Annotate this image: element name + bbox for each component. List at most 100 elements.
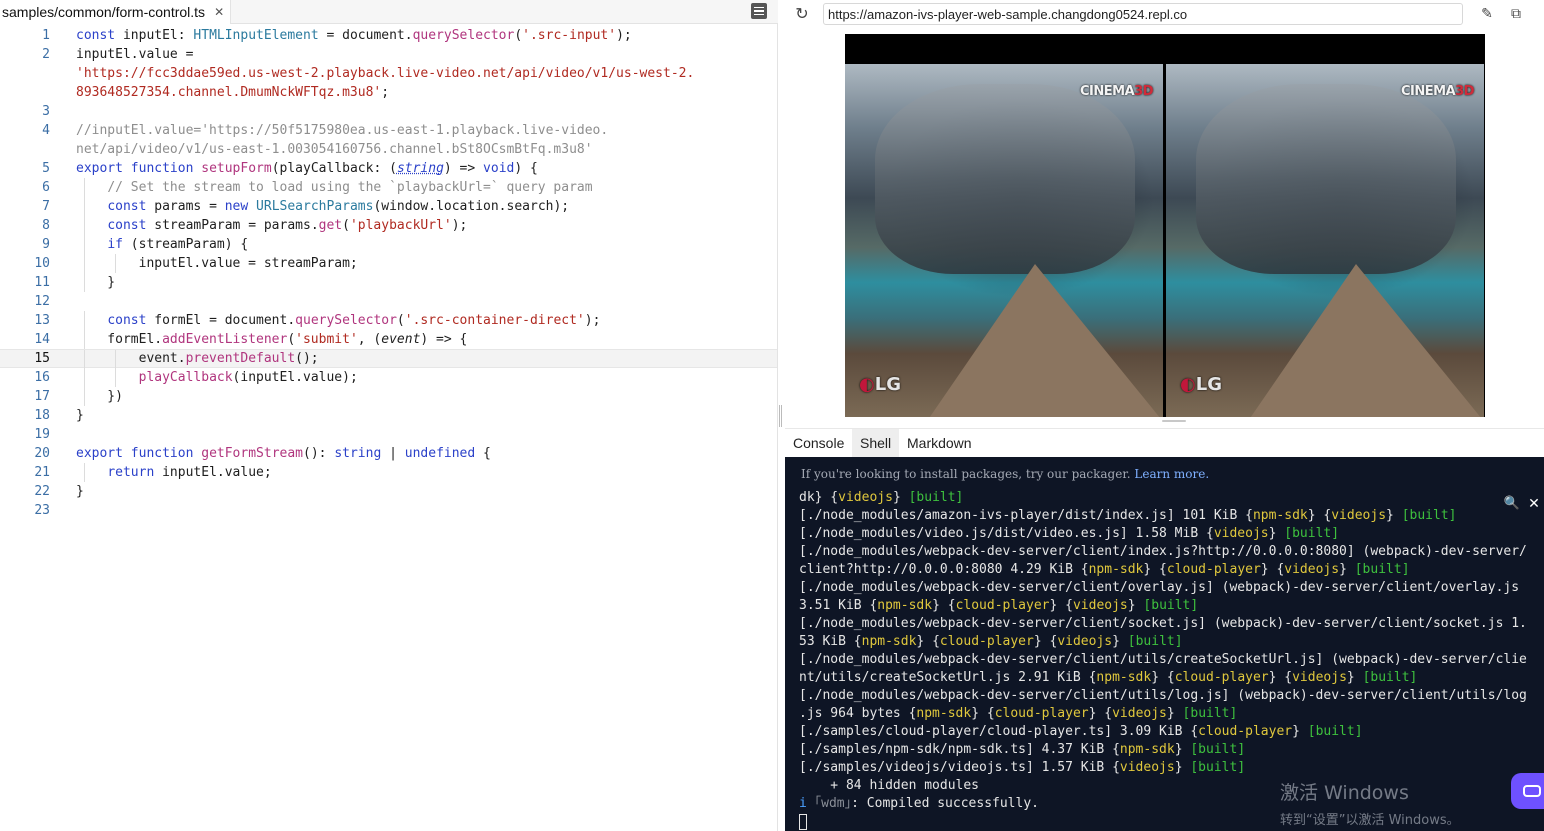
terminal-line: 53 KiB {npm-sdk} {cloud-player} {videojs… [799,634,1183,649]
code-text: 893648527354.channel.DmumNckWFTqz.m3u8'; [76,85,390,100]
line-number: 5 [42,161,50,176]
learn-more-link[interactable]: Learn more. [1134,467,1209,481]
cinema3d-logo: CINEMA3D [1080,84,1153,99]
lg-logo: ◐LG [1180,374,1222,395]
terminal-line: [./node_modules/webpack-dev-server/clien… [799,544,1527,559]
code-editor-pane: samples/common/form-control.ts ✕ 1 const … [0,0,778,831]
code-text: event.preventDefault(); [76,351,319,366]
pencil-icon[interactable]: ✎ [1478,5,1496,23]
code-text: export function setupForm(playCallback: … [76,161,538,176]
terminal-line: [./samples/cloud-player/cloud-player.ts]… [799,724,1363,739]
video-frame-left: CINEMA3D ◐LG [845,64,1163,417]
line-number: 10 [34,256,50,271]
close-icon[interactable]: ✕ [1525,495,1543,513]
terminal-line: i ｢wdm｣: Compiled successfully. [799,796,1039,811]
pane-resize-handle[interactable] [779,405,782,427]
code-line[interactable]: 7 const params = new URLSearchParams(win… [0,197,777,216]
line-number: 7 [42,199,50,214]
close-icon[interactable]: ✕ [214,5,224,19]
code-line[interactable]: 4 //inputEl.value='https://50f5175980ea.u… [0,121,777,140]
code-line[interactable]: 11 } [0,273,777,292]
line-number: 18 [34,408,50,423]
code-line[interactable]: 'https://fcc3ddae59ed.us-west-2.playback… [0,64,777,83]
code-text: } [76,408,84,423]
tab-console[interactable]: Console [785,429,852,458]
outline-list-icon[interactable] [751,3,767,19]
code-text: 'https://fcc3ddae59ed.us-west-2.playback… [76,66,695,81]
code-line[interactable]: 18} [0,406,777,425]
code-text: const streamParam = params.get('playback… [107,218,468,233]
code-line[interactable]: 15 event.preventDefault(); [0,349,777,369]
terminal-line: dk} {videojs} [built] [799,490,964,505]
code-line[interactable]: 6 // Set the stream to load using the `p… [0,178,777,197]
code-line[interactable]: 13 const formEl = document.querySelector… [0,311,777,330]
file-tab[interactable]: samples/common/form-control.ts ✕ [0,0,232,24]
code-text: if (streamParam) { [107,237,249,252]
terminal-cursor [799,814,807,830]
code-line[interactable]: 22} [0,482,777,501]
terminal-line: [./node_modules/webpack-dev-server/clien… [799,616,1527,631]
line-number: 1 [42,28,50,43]
code-text: formEl.addEventListener('submit', (event… [76,332,468,347]
terminal-line: [./samples/npm-sdk/npm-sdk.ts] 4.37 KiB … [799,742,1246,757]
code-line[interactable]: 8 const streamParam = params.get('playba… [0,216,777,235]
code-line[interactable]: 14 formEl.addEventListener('submit', (ev… [0,330,777,349]
code-line[interactable]: 9 if (streamParam) { [0,235,777,254]
code-text: return inputEl.value; [107,465,272,480]
code-line[interactable]: 23 [0,501,777,520]
code-line[interactable]: 16 playCallback(inputEl.value); [0,368,777,387]
code-line[interactable]: 19 [0,425,777,444]
mountain-image [1246,264,1484,417]
code-line[interactable]: 5 export function setupForm(playCallback:… [0,159,777,178]
code-line[interactable]: 893648527354.channel.DmumNckWFTqz.m3u8'; [0,83,777,102]
code-line[interactable]: 17 }) [0,387,777,406]
tab-shell[interactable]: Shell [852,429,900,458]
terminal-line: client?http://0.0.0.0:8080 4.29 KiB {npm… [799,562,1410,577]
line-number: 15 [34,351,50,366]
code-text: const params = new URLSearchParams(windo… [107,199,570,214]
line-number: 17 [34,389,50,404]
code-text: inputEl.value = [76,47,194,62]
terminal-line: [./node_modules/webpack-dev-server/clien… [799,688,1527,703]
code-text: }) [76,389,123,404]
code-line[interactable]: 21 return inputEl.value; [0,463,777,482]
code-line[interactable]: 2 inputEl.value = [0,45,777,64]
line-number: 3 [42,104,50,119]
code-line[interactable]: net/api/video/v1/us-east-1.003054160756.… [0,140,777,159]
video-frame-right: CINEMA3D ◐LG [1166,64,1484,417]
terminal-line: [./node_modules/webpack-dev-server/clien… [799,580,1520,595]
vertical-resize-handle[interactable] [1162,420,1186,422]
terminal-line: [./node_modules/video.js/dist/video.es.j… [799,526,1340,541]
file-tab-label: samples/common/form-control.ts [2,4,206,20]
open-new-tab-icon[interactable]: ⧉ [1507,5,1525,23]
video-player[interactable]: CINEMA3D ◐LG CINEMA3D ◐LG [845,34,1485,417]
line-number: 23 [34,503,50,518]
terminal-line: .js 964 bytes {npm-sdk} {cloud-player} {… [799,706,1238,721]
reload-icon[interactable]: ↻ [792,5,812,25]
line-number: 2 [42,47,50,62]
search-icon[interactable]: 🔍 [1503,495,1521,513]
code-text: // Set the stream to load using the `pla… [107,180,593,195]
code-line[interactable]: 20 export function getFormStream(): strin… [0,444,777,463]
code-line[interactable]: 1 const inputEl: HTMLInputElement = docum… [0,26,777,45]
code-line[interactable]: 3 [0,102,777,121]
url-input[interactable] [823,3,1463,25]
terminal-line: 3.51 KiB {npm-sdk} {cloud-player} {video… [799,598,1199,613]
mountain-image [925,264,1163,417]
shell-terminal[interactable]: If you're looking to install packages, t… [785,457,1544,831]
editor-tab-bar: samples/common/form-control.ts ✕ [0,0,778,24]
code-text: inputEl.value = streamParam; [76,256,358,271]
terminal-line: [./node_modules/amazon-ivs-player/dist/i… [799,508,1457,523]
code-text: const formEl = document.querySelector('.… [107,313,601,328]
line-number: 13 [34,313,50,328]
chat-icon[interactable] [1511,773,1544,809]
code-text: } [76,484,84,499]
line-number: 19 [34,427,50,442]
line-number: 22 [34,484,50,499]
line-number: 6 [42,180,50,195]
code-line[interactable]: 12 [0,292,777,311]
tab-markdown[interactable]: Markdown [899,429,980,458]
terminal-line: nt/utils/createSocketUrl.js 2.91 KiB {np… [799,670,1418,685]
aircraft-image [875,84,1135,274]
code-line[interactable]: 10 inputEl.value = streamParam; [0,254,777,273]
